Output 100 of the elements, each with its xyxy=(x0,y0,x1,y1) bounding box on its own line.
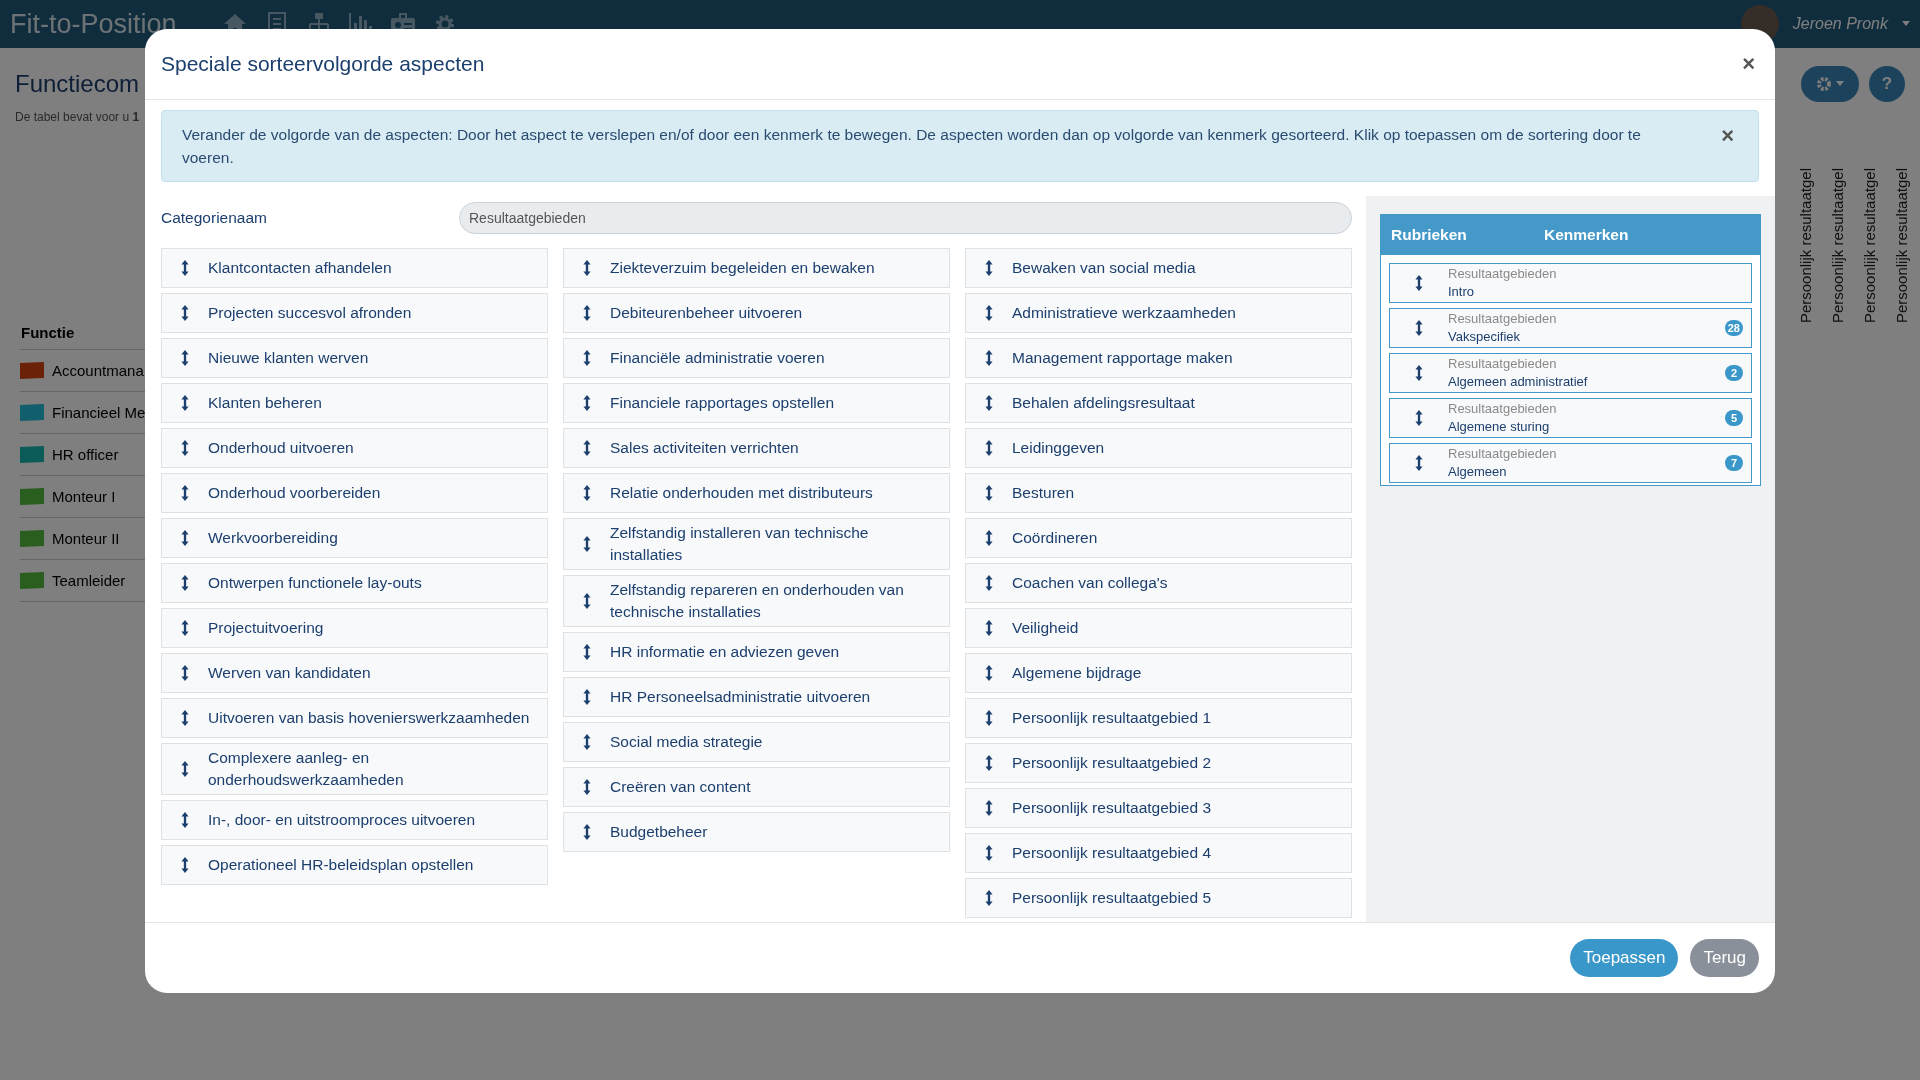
aspect-item[interactable]: Management rapportage maken xyxy=(965,338,1352,378)
aspect-item[interactable]: Besturen xyxy=(965,473,1352,513)
aspect-item[interactable]: Persoonlijk resultaatgebied 3 xyxy=(965,788,1352,828)
up-down-arrow-icon[interactable] xyxy=(582,484,592,502)
up-down-arrow-icon[interactable] xyxy=(1414,319,1424,337)
up-down-arrow-icon[interactable] xyxy=(1414,454,1424,472)
up-down-arrow-icon[interactable] xyxy=(582,535,592,553)
caret-icon[interactable] xyxy=(1902,21,1910,27)
up-down-arrow-icon[interactable] xyxy=(984,484,994,502)
up-down-arrow-icon[interactable] xyxy=(1414,409,1424,427)
settings-button[interactable] xyxy=(1801,66,1859,102)
aspect-item[interactable]: Financiële administratie voeren xyxy=(563,338,950,378)
aspect-item[interactable]: In-, door- en uitstroomproces uitvoeren xyxy=(161,800,548,840)
up-down-arrow-icon[interactable] xyxy=(984,304,994,322)
rubric-item[interactable]: Resultaatgebieden Algemeen 7 xyxy=(1389,443,1752,483)
aspect-item[interactable]: Persoonlijk resultaatgebied 1 xyxy=(965,698,1352,738)
aspect-item[interactable]: Ontwerpen functionele lay-outs xyxy=(161,563,548,603)
up-down-arrow-icon[interactable] xyxy=(984,754,994,772)
up-down-arrow-icon[interactable] xyxy=(180,259,190,277)
user-menu[interactable]: Jeroen Pronk xyxy=(1792,15,1888,33)
aspect-item[interactable]: Nieuwe klanten werven xyxy=(161,338,548,378)
up-down-arrow-icon[interactable] xyxy=(984,439,994,457)
aspect-item[interactable]: Onderhoud voorbereiden xyxy=(161,473,548,513)
function-name[interactable]: Monteur I xyxy=(52,488,116,505)
category-name-field[interactable]: Resultaatgebieden xyxy=(459,202,1352,234)
up-down-arrow-icon[interactable] xyxy=(984,394,994,412)
up-down-arrow-icon[interactable] xyxy=(180,574,190,592)
aspect-item[interactable]: Financiele rapportages opstellen xyxy=(563,383,950,423)
up-down-arrow-icon[interactable] xyxy=(1414,364,1424,382)
rubric-item[interactable]: Resultaatgebieden Algemene sturing 5 xyxy=(1389,398,1752,438)
aspect-item[interactable]: Creëren van content xyxy=(563,767,950,807)
up-down-arrow-icon[interactable] xyxy=(180,760,190,778)
function-name[interactable]: Financieel Me xyxy=(52,404,146,421)
up-down-arrow-icon[interactable] xyxy=(582,688,592,706)
up-down-arrow-icon[interactable] xyxy=(582,643,592,661)
up-down-arrow-icon[interactable] xyxy=(180,439,190,457)
function-name[interactable]: Teamleider xyxy=(52,572,126,589)
rubric-item[interactable]: Resultaatgebieden Intro xyxy=(1389,263,1752,303)
up-down-arrow-icon[interactable] xyxy=(984,349,994,367)
aspect-item[interactable]: Onderhoud uitvoeren xyxy=(161,428,548,468)
up-down-arrow-icon[interactable] xyxy=(582,259,592,277)
aspect-item[interactable]: Klanten beheren xyxy=(161,383,548,423)
up-down-arrow-icon[interactable] xyxy=(984,799,994,817)
function-name[interactable]: Monteur II xyxy=(52,530,120,547)
aspect-item[interactable]: Zelfstandig installeren van technische installaties xyxy=(563,518,950,570)
aspect-item[interactable]: HR informatie en adviezen geven xyxy=(563,632,950,672)
close-button[interactable]: × xyxy=(1717,123,1738,149)
aspect-item[interactable]: Bewaken van social media xyxy=(965,248,1352,288)
up-down-arrow-icon[interactable] xyxy=(984,574,994,592)
up-down-arrow-icon[interactable] xyxy=(984,664,994,682)
close-button[interactable]: × xyxy=(1738,51,1759,77)
up-down-arrow-icon[interactable] xyxy=(984,709,994,727)
up-down-arrow-icon[interactable] xyxy=(984,259,994,277)
up-down-arrow-icon[interactable] xyxy=(984,889,994,907)
aspect-item[interactable]: Operationeel HR-beleidsplan opstellen xyxy=(161,845,548,885)
up-down-arrow-icon[interactable] xyxy=(582,778,592,796)
aspect-item[interactable]: Uitvoeren van basis hovenierswerkzaamheden xyxy=(161,698,548,738)
rubric-item[interactable]: Resultaatgebieden Vakspecifiek 28 xyxy=(1389,308,1752,348)
aspect-item[interactable]: Werkvoorbereiding xyxy=(161,518,548,558)
aspect-item[interactable]: Behalen afdelingsresultaat xyxy=(965,383,1352,423)
up-down-arrow-icon[interactable] xyxy=(180,349,190,367)
up-down-arrow-icon[interactable] xyxy=(582,733,592,751)
aspect-item[interactable]: Budgetbeheer xyxy=(563,812,950,852)
aspect-item[interactable]: Social media strategie xyxy=(563,722,950,762)
up-down-arrow-icon[interactable] xyxy=(984,619,994,637)
up-down-arrow-icon[interactable] xyxy=(582,592,592,610)
up-down-arrow-icon[interactable] xyxy=(984,529,994,547)
up-down-arrow-icon[interactable] xyxy=(1414,274,1424,292)
aspect-item[interactable]: Zelfstandig repareren en onderhouden van technische installaties xyxy=(563,575,950,627)
up-down-arrow-icon[interactable] xyxy=(582,394,592,412)
aspect-item[interactable]: Coachen van collega's xyxy=(965,563,1352,603)
up-down-arrow-icon[interactable] xyxy=(180,709,190,727)
up-down-arrow-icon[interactable] xyxy=(180,619,190,637)
aspect-item[interactable]: Administratieve werkzaamheden xyxy=(965,293,1352,333)
aspect-item[interactable]: Coördineren xyxy=(965,518,1352,558)
up-down-arrow-icon[interactable] xyxy=(180,304,190,322)
up-down-arrow-icon[interactable] xyxy=(180,811,190,829)
aspect-item[interactable]: Werven van kandidaten xyxy=(161,653,548,693)
up-down-arrow-icon[interactable] xyxy=(180,664,190,682)
aspect-item[interactable]: Debiteurenbeheer uitvoeren xyxy=(563,293,950,333)
aspect-item[interactable]: Persoonlijk resultaatgebied 2 xyxy=(965,743,1352,783)
up-down-arrow-icon[interactable] xyxy=(180,484,190,502)
aspect-item[interactable]: Projectuitvoering xyxy=(161,608,548,648)
function-name[interactable]: HR officer xyxy=(52,446,119,463)
aspect-item[interactable]: Relatie onderhouden met distributeurs xyxy=(563,473,950,513)
aspect-item[interactable]: Sales activiteiten verrichten xyxy=(563,428,950,468)
up-down-arrow-icon[interactable] xyxy=(180,529,190,547)
aspect-item[interactable]: Veiligheid xyxy=(965,608,1352,648)
function-name[interactable]: Accountmana xyxy=(52,362,144,379)
aspect-item[interactable]: HR Personeelsadministratie uitvoeren xyxy=(563,677,950,717)
rubric-item[interactable]: Resultaatgebieden Algemeen administratief 2 xyxy=(1389,353,1752,393)
aspect-item[interactable]: Projecten succesvol afronden xyxy=(161,293,548,333)
aspect-item[interactable]: Algemene bijdrage xyxy=(965,653,1352,693)
up-down-arrow-icon[interactable] xyxy=(582,439,592,457)
up-down-arrow-icon[interactable] xyxy=(984,844,994,862)
aspect-item[interactable]: Klantcontacten afhandelen xyxy=(161,248,548,288)
aspect-item[interactable]: Complexere aanleg- en onderhoudswerkzaamheden xyxy=(161,743,548,795)
up-down-arrow-icon[interactable] xyxy=(180,856,190,874)
aspect-item[interactable]: Ziekteverzuim begeleiden en bewaken xyxy=(563,248,950,288)
up-down-arrow-icon[interactable] xyxy=(582,304,592,322)
